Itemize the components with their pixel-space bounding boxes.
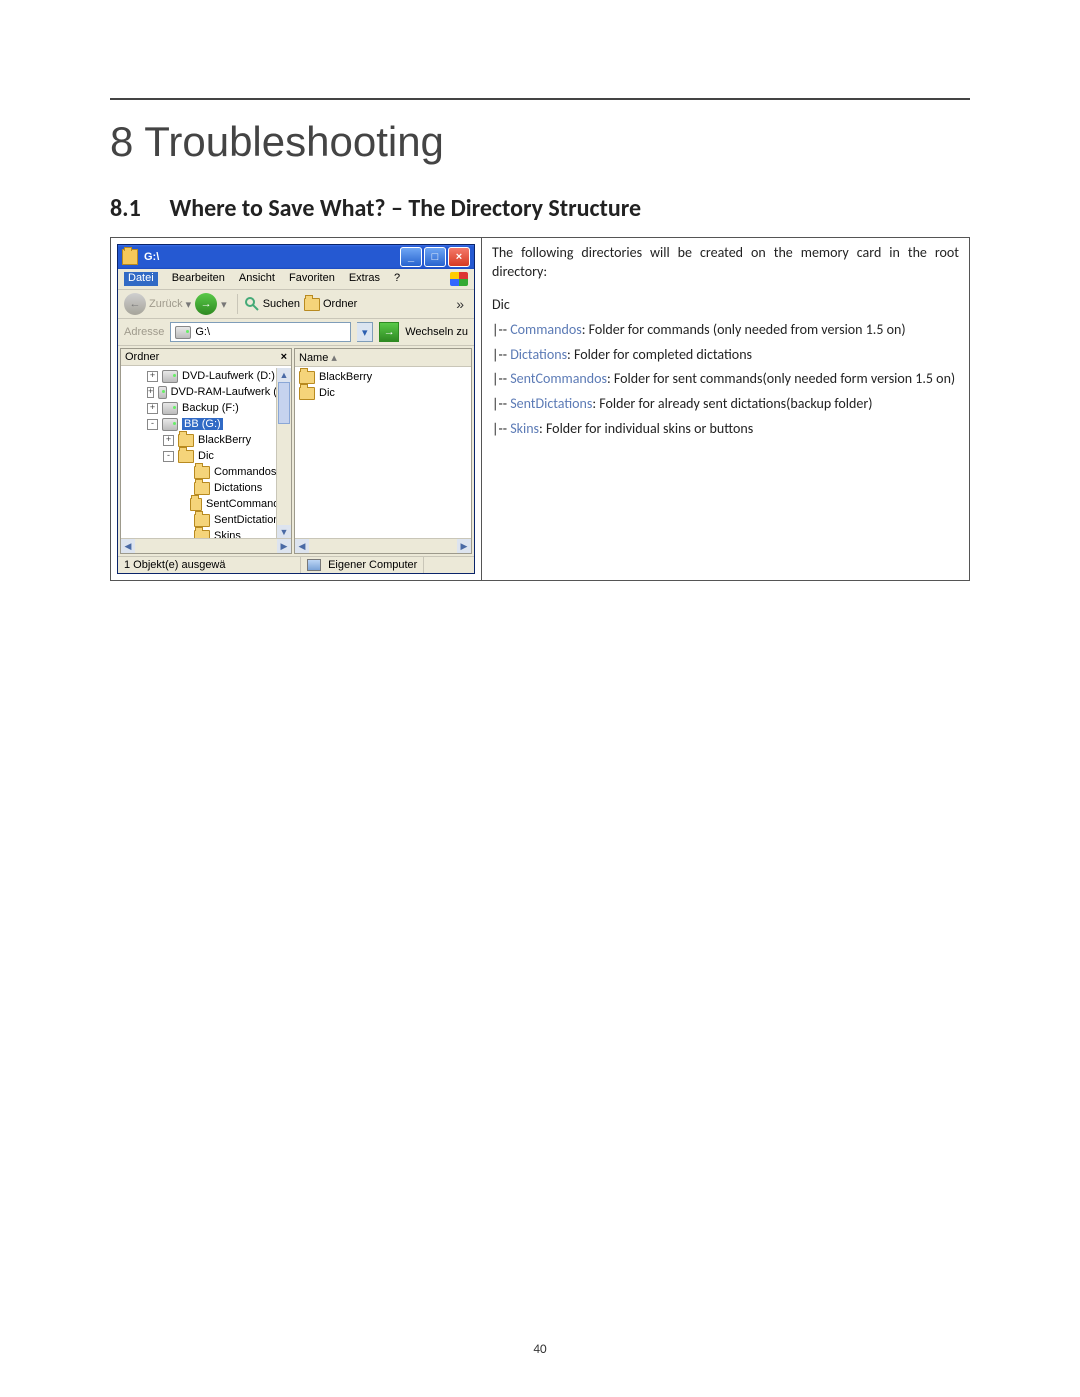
menu-item[interactable]: Extras [349,272,380,286]
section-title: Where to Save What? – The Directory Stru… [169,194,641,223]
folder-icon [299,371,315,384]
folder-icon [299,387,315,400]
expand-toggle[interactable]: + [147,371,158,382]
tree-item[interactable]: Dictations [125,480,291,496]
tree-item[interactable]: + DVD-RAM-Laufwerk (E:) [125,384,291,400]
tree-scrollbar[interactable]: ▲▼ [276,368,291,539]
close-button[interactable]: × [448,247,470,267]
folder-description: |-- SentCommandos: Folder for sent comma… [492,370,959,389]
title-bar[interactable]: G:\ _ □ × [118,245,474,269]
address-bar: Adresse G:\ ▾ → Wechseln zu [118,319,474,346]
list-item-label: Dic [319,387,335,399]
tree-pane: Ordner × + DVD-Laufwerk (D:) + DVD-RAM-Lauf… [120,348,292,554]
tree-item-label: BB (G:) [182,418,223,430]
tree-item-label: Dictations [214,482,262,494]
folder-icon [122,249,138,265]
tree-item[interactable]: - Dic [125,448,291,464]
folder-icon [194,482,210,495]
top-rule [110,98,970,100]
section-number: 8.1 [110,194,164,223]
window-title: G:\ [144,251,159,263]
list-pane: Name ▴ BlackBerry Dic ◀▶ [294,348,472,554]
expand-toggle[interactable]: - [147,419,158,430]
tree-item-label: Dic [198,450,214,462]
toolbar-overflow-icon[interactable]: » [456,296,464,312]
folder-icon [304,298,320,311]
list-item-label: BlackBerry [319,371,372,383]
menu-item[interactable]: ? [394,272,400,286]
drive-icon [162,418,178,431]
tree-item[interactable]: - BB (G:) [125,416,291,432]
folder-icon [194,514,210,527]
tree-item-label: SentDictations [214,514,285,526]
folder-icon [194,466,210,479]
status-bar: 1 Objekt(e) ausgewä Eigener Computer [118,556,474,573]
tree-item[interactable]: + DVD-Laufwerk (D:) [125,368,291,384]
folder-description: |-- Dictations: Folder for completed dic… [492,346,959,365]
expand-toggle[interactable]: + [163,435,174,446]
computer-icon [307,559,321,571]
expand-toggle[interactable]: - [163,451,174,462]
go-label: Wechseln zu [405,326,468,338]
expand-toggle[interactable]: + [147,403,158,414]
folder-description: |-- Skins: Folder for individual skins o… [492,420,959,439]
tree-item[interactable]: SentDictations [125,512,291,528]
section-heading: 8.1 Where to Save What? – The Directory … [110,194,970,223]
status-left: 1 Objekt(e) ausgewä [118,557,301,573]
go-button[interactable]: → [379,322,399,342]
tree-header: Ordner × [121,349,291,366]
tree-item[interactable]: SentCommandos [125,496,291,512]
address-dropdown[interactable]: ▾ [357,322,373,342]
tree-item[interactable]: Commandos [125,464,291,480]
menu-item[interactable]: Datei [124,272,158,286]
search-button[interactable]: Suchen [244,296,300,312]
root-folder: Dic [492,296,959,315]
tree-item-label: DVD-RAM-Laufwerk (E:) [171,386,291,398]
description-cell: The following directories will be create… [482,238,969,580]
tree-item-label: DVD-Laufwerk (D:) [182,370,275,382]
address-field[interactable]: G:\ [170,322,351,342]
tree-item-label: Commandos [214,466,276,478]
page-number: 40 [0,1342,1080,1357]
menu-item[interactable]: Ansicht [239,272,275,286]
menu-bar: Datei Bearbeiten Ansicht Favoriten Extra… [118,269,474,290]
toolbar: ← Zurück ▾ → ▾ Suchen Ordner » [118,290,474,319]
menu-item[interactable]: Favoriten [289,272,335,286]
screenshot-cell: G:\ _ □ × Datei Bearbeiten Ansicht Favor… [111,238,482,580]
minimize-button[interactable]: _ [400,247,422,267]
content-table: G:\ _ □ × Datei Bearbeiten Ansicht Favor… [110,237,970,581]
folder-description: |-- Commandos: Folder for commands (only… [492,321,959,340]
maximize-button[interactable]: □ [424,247,446,267]
tree-item-label: BlackBerry [198,434,251,446]
list-header[interactable]: Name ▴ [295,349,471,367]
back-button[interactable]: ← Zurück ▾ [124,293,191,315]
close-tree-button[interactable]: × [281,351,287,363]
folder-icon [178,450,194,463]
list-hscrollbar[interactable]: ◀▶ [295,538,471,553]
status-right: Eigener Computer [301,557,424,573]
drive-icon [162,402,178,415]
intro-text: The following directories will be create… [492,244,959,282]
windows-flag-icon [450,272,468,286]
tree-hscrollbar[interactable]: ◀▶ [121,538,291,553]
explorer-window: G:\ _ □ × Datei Bearbeiten Ansicht Favor… [117,244,475,574]
drive-icon [162,370,178,383]
chapter-title: 8 Troubleshooting [110,118,970,166]
folder-description: |-- SentDictations: Folder for already s… [492,395,959,414]
expand-toggle[interactable]: + [147,387,154,398]
explorer-body: Ordner × + DVD-Laufwerk (D:) + DVD-RAM-Lauf… [118,346,474,556]
folder-icon [190,498,202,511]
drive-icon [158,386,166,399]
address-label: Adresse [124,326,164,338]
folder-icon [178,434,194,447]
folders-button[interactable]: Ordner [304,298,357,311]
list-item[interactable]: Dic [299,385,471,401]
tree-item[interactable]: + Backup (F:) [125,400,291,416]
menu-item[interactable]: Bearbeiten [172,272,225,286]
forward-button[interactable]: → [195,293,217,315]
drive-icon [175,326,191,339]
tree-item-label: Backup (F:) [182,402,239,414]
tree-item[interactable]: + BlackBerry [125,432,291,448]
list-item[interactable]: BlackBerry [299,369,471,385]
